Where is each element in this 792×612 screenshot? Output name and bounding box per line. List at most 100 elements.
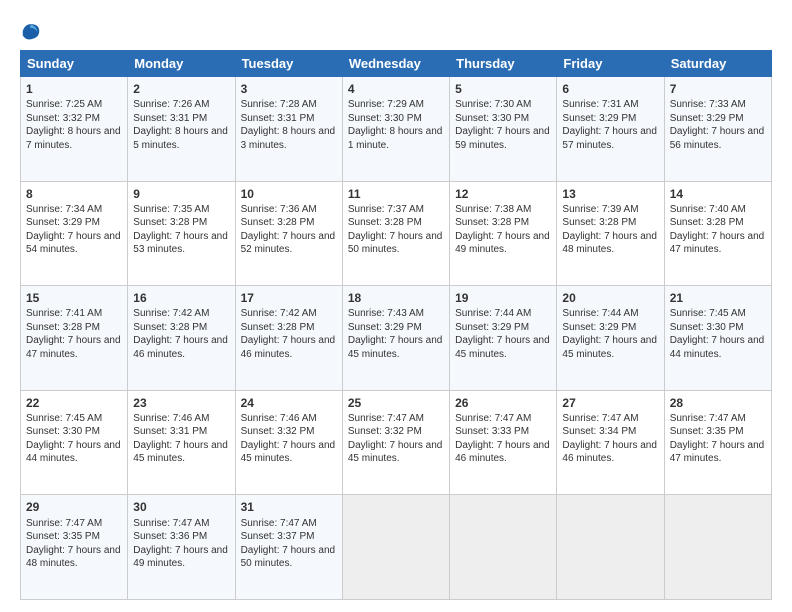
sunrise: Sunrise: 7:47 AM (241, 518, 317, 529)
sunset: Sunset: 3:28 PM (562, 217, 636, 228)
daylight: Daylight: 7 hours and 46 minutes. (562, 440, 657, 465)
daylight: Daylight: 7 hours and 57 minutes. (562, 126, 657, 151)
calendar-cell: 13 Sunrise: 7:39 AM Sunset: 3:28 PM Dayligh… (557, 181, 664, 286)
day-number: 15 (26, 290, 122, 306)
sunrise: Sunrise: 7:47 AM (26, 518, 102, 529)
header (20, 16, 772, 42)
daylight: Daylight: 7 hours and 50 minutes. (241, 545, 336, 570)
sunrise: Sunrise: 7:47 AM (670, 413, 746, 424)
sunrise: Sunrise: 7:47 AM (348, 413, 424, 424)
sunrise: Sunrise: 7:42 AM (133, 308, 209, 319)
weekday-friday: Friday (557, 51, 664, 77)
daylight: Daylight: 7 hours and 45 minutes. (348, 440, 443, 465)
daylight: Daylight: 7 hours and 45 minutes. (455, 335, 550, 360)
calendar-cell: 24Sunrise: 7:46 AMSunset: 3:32 PMDayligh… (235, 390, 342, 495)
calendar-cell: 8Sunrise: 7:34 AMSunset: 3:29 PMDaylight… (21, 181, 128, 286)
sunset: Sunset: 3:28 PM (348, 217, 422, 228)
day-number: 14 (670, 186, 766, 202)
calendar-cell: 18Sunrise: 7:43 AMSunset: 3:29 PMDayligh… (342, 286, 449, 391)
daylight: Daylight: 8 hours and 7 minutes. (26, 126, 121, 151)
sunset: Sunset: 3:30 PM (26, 426, 100, 437)
sunset: Sunset: 3:33 PM (455, 426, 529, 437)
calendar-cell: 5Sunrise: 7:30 AMSunset: 3:30 PMDaylight… (450, 77, 557, 182)
daylight: Daylight: 7 hours and 47 minutes. (670, 231, 765, 256)
day-number: 16 (133, 290, 229, 306)
day-number: 25 (348, 395, 444, 411)
sunset: Sunset: 3:29 PM (562, 322, 636, 333)
daylight: Daylight: 7 hours and 45 minutes. (348, 335, 443, 360)
day-number: 24 (241, 395, 337, 411)
sunrise: Sunrise: 7:45 AM (670, 308, 746, 319)
sunset: Sunset: 3:30 PM (670, 322, 744, 333)
sunset: Sunset: 3:29 PM (455, 322, 529, 333)
weekday-header-row: SundayMondayTuesdayWednesdayThursdayFrid… (21, 51, 772, 77)
day-number: 30 (133, 499, 229, 515)
calendar-cell: 11Sunrise: 7:37 AMSunset: 3:28 PMDayligh… (342, 181, 449, 286)
daylight: Daylight: 7 hours and 49 minutes. (455, 231, 550, 256)
calendar-cell: 2Sunrise: 7:26 AMSunset: 3:31 PMDaylight… (128, 77, 235, 182)
sunrise: Sunrise: 7:28 AM (241, 99, 317, 110)
calendar-cell: 30Sunrise: 7:47 AMSunset: 3:36 PMDayligh… (128, 495, 235, 600)
day-number: 6 (562, 81, 658, 97)
sunrise: Sunrise: 7:31 AM (562, 99, 638, 110)
calendar-cell: 1Sunrise: 7:25 AMSunset: 3:32 PMDaylight… (21, 77, 128, 182)
day-number: 22 (26, 395, 122, 411)
weekday-tuesday: Tuesday (235, 51, 342, 77)
weekday-thursday: Thursday (450, 51, 557, 77)
sunset: Sunset: 3:35 PM (26, 531, 100, 542)
sunset: Sunset: 3:28 PM (241, 217, 315, 228)
daylight: Daylight: 7 hours and 56 minutes. (670, 126, 765, 151)
day-number: 17 (241, 290, 337, 306)
daylight: Daylight: 7 hours and 50 minutes. (348, 231, 443, 256)
sunset: Sunset: 3:30 PM (348, 113, 422, 124)
daylight: Daylight: 7 hours and 44 minutes. (26, 440, 121, 465)
daylight: Daylight: 7 hours and 47 minutes. (670, 440, 765, 465)
daylight: Daylight: 8 hours and 1 minute. (348, 126, 443, 151)
week-row-2: 15Sunrise: 7:41 AMSunset: 3:28 PMDayligh… (21, 286, 772, 391)
day-number: 13 (562, 186, 658, 202)
calendar-cell: 7Sunrise: 7:33 AMSunset: 3:29 PMDaylight… (664, 77, 771, 182)
logo-icon (20, 20, 42, 42)
sunrise: Sunrise: 7:39 AM (562, 204, 638, 215)
sunset: Sunset: 3:37 PM (241, 531, 315, 542)
daylight: Daylight: 7 hours and 48 minutes. (26, 545, 121, 570)
sunrise: Sunrise: 7:44 AM (562, 308, 638, 319)
sunrise: Sunrise: 7:45 AM (26, 413, 102, 424)
daylight: Daylight: 7 hours and 53 minutes. (133, 231, 228, 256)
day-number: 5 (455, 81, 551, 97)
sunset: Sunset: 3:31 PM (133, 426, 207, 437)
day-number: 18 (348, 290, 444, 306)
daylight: Daylight: 8 hours and 5 minutes. (133, 126, 228, 151)
calendar-cell (557, 495, 664, 600)
calendar-cell (342, 495, 449, 600)
day-number: 2 (133, 81, 229, 97)
daylight: Daylight: 7 hours and 46 minutes. (241, 335, 336, 360)
sunset: Sunset: 3:28 PM (26, 322, 100, 333)
calendar-cell: 27Sunrise: 7:47 AMSunset: 3:34 PMDayligh… (557, 390, 664, 495)
calendar-cell: 16Sunrise: 7:42 AMSunset: 3:28 PMDayligh… (128, 286, 235, 391)
sunset: Sunset: 3:31 PM (133, 113, 207, 124)
sunset: Sunset: 3:28 PM (133, 217, 207, 228)
calendar-cell: 3Sunrise: 7:28 AMSunset: 3:31 PMDaylight… (235, 77, 342, 182)
day-number: 8 (26, 186, 122, 202)
weekday-wednesday: Wednesday (342, 51, 449, 77)
calendar-cell (664, 495, 771, 600)
weekday-monday: Monday (128, 51, 235, 77)
logo (20, 20, 44, 42)
daylight: Daylight: 8 hours and 3 minutes. (241, 126, 336, 151)
calendar-cell: 20Sunrise: 7:44 AMSunset: 3:29 PMDayligh… (557, 286, 664, 391)
daylight: Daylight: 7 hours and 48 minutes. (562, 231, 657, 256)
daylight: Daylight: 7 hours and 45 minutes. (562, 335, 657, 360)
sunrise: Sunrise: 7:42 AM (241, 308, 317, 319)
day-number: 7 (670, 81, 766, 97)
calendar-cell: 22 Sunrise: 7:45 AM Sunset: 3:30 PM Dayligh… (21, 390, 128, 495)
calendar-cell: 12Sunrise: 7:38 AMSunset: 3:28 PMDayligh… (450, 181, 557, 286)
sunset: Sunset: 3:29 PM (348, 322, 422, 333)
day-number: 10 (241, 186, 337, 202)
sunset: Sunset: 3:29 PM (26, 217, 100, 228)
sunrise: Sunrise: 7:34 AM (26, 204, 102, 215)
sunset: Sunset: 3:32 PM (26, 113, 100, 124)
sunset: Sunset: 3:29 PM (670, 113, 744, 124)
sunset: Sunset: 3:31 PM (241, 113, 315, 124)
daylight: Daylight: 7 hours and 46 minutes. (133, 335, 228, 360)
